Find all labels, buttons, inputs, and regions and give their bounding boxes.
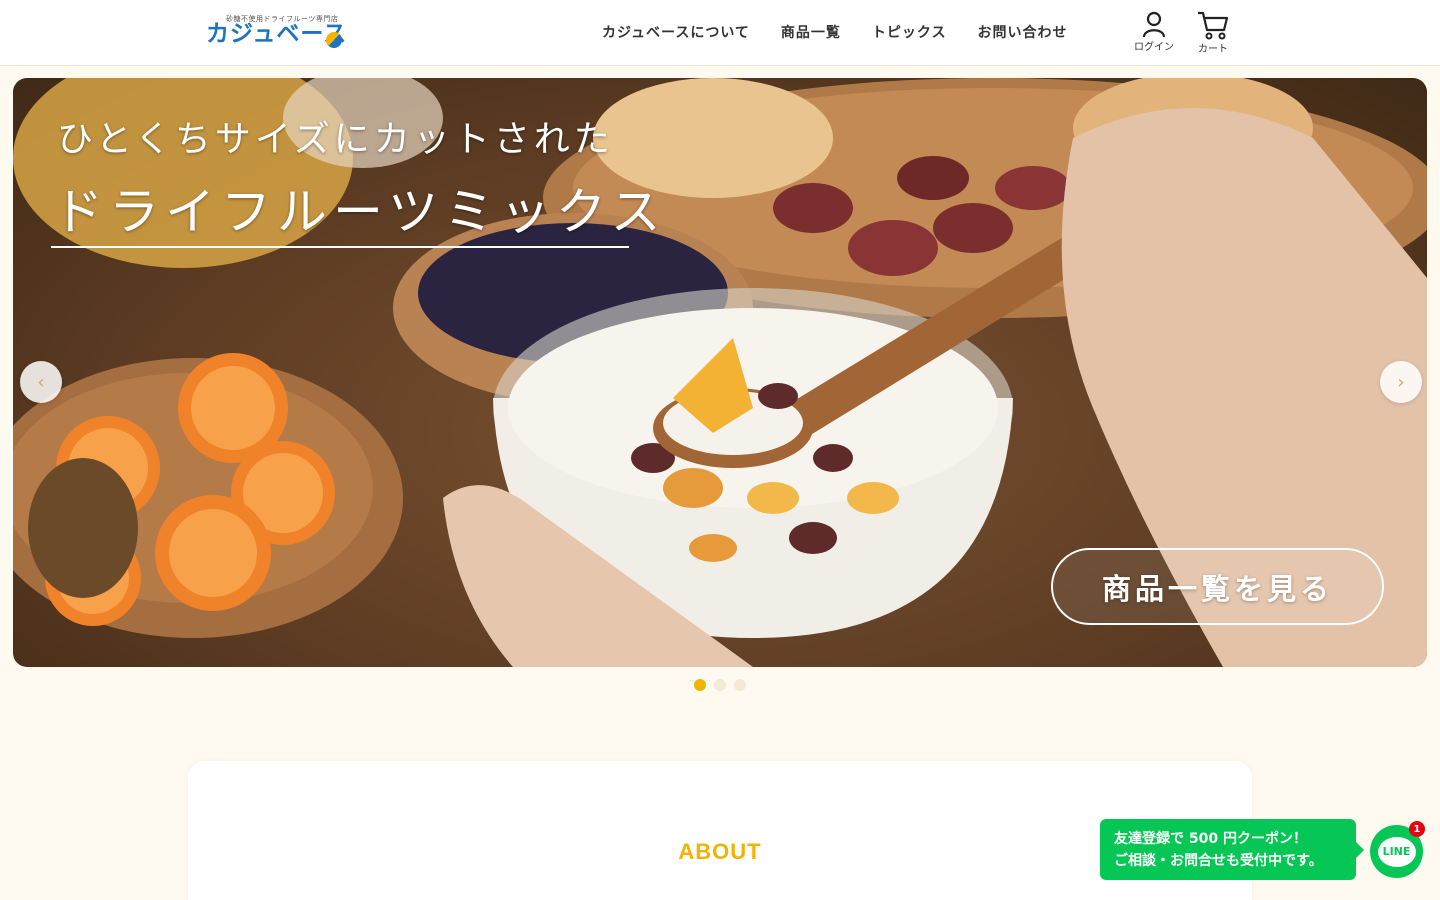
slider-dot-1[interactable] (694, 679, 706, 691)
slider-pagination (694, 679, 746, 691)
nav-contact[interactable]: お問い合わせ (978, 22, 1068, 42)
view-products-button[interactable]: 商品一覧を見る (1051, 548, 1384, 625)
line-promo-text-2: ご相談・お問合せも受付中です。 (1114, 853, 1323, 869)
user-icon (1142, 11, 1166, 38)
hero-underline (51, 246, 629, 248)
cart-label: カート (1198, 44, 1228, 55)
slider-dot-2[interactable] (714, 679, 726, 691)
cart-button[interactable]: カート (1188, 10, 1238, 55)
slider-next-button[interactable]: › (1380, 361, 1422, 403)
main-nav: カジュベースについて 商品一覧 トピックス お問い合わせ (602, 22, 1068, 42)
cart-icon (1198, 11, 1229, 40)
chevron-left-icon: ‹ (37, 371, 45, 393)
hero-subheading: ひとくちサイズにカットされた (57, 119, 614, 160)
site-header: 砂糖不使用ドライフルーツ専門店 カジュベース カジュベースについて 商品一覧 ト… (0, 0, 1440, 66)
slider-prev-button[interactable]: ‹ (20, 361, 62, 403)
line-icon: LINE (1377, 836, 1416, 867)
nav-products[interactable]: 商品一覧 (781, 22, 841, 42)
chevron-right-icon: › (1397, 371, 1405, 393)
nav-about[interactable]: カジュベースについて (602, 22, 750, 42)
nav-topics[interactable]: トピックス (872, 22, 947, 42)
hero-slider[interactable]: ひとくちサイズにカットされた ドライフルーツミックス 商品一覧を見る (13, 78, 1427, 667)
login-button[interactable]: ログイン (1129, 10, 1179, 53)
site-logo[interactable]: 砂糖不使用ドライフルーツ専門店 カジュベース (206, 12, 346, 54)
about-title: ABOUT (678, 839, 762, 864)
line-notification-badge: 1 (1409, 821, 1425, 837)
slider-dot-3[interactable] (734, 679, 746, 691)
about-section: ABOUT (188, 761, 1252, 900)
line-promo-text-1: 友達登録で 500 円クーポン！ (1114, 831, 1307, 847)
login-label: ログイン (1134, 42, 1174, 53)
logo-mark-icon (326, 32, 342, 48)
line-promo-bubble[interactable]: 友達登録で 500 円クーポン！ ご相談・お問合せも受付中です。 (1100, 819, 1364, 880)
hero-heading: ドライフルーツミックス (53, 183, 667, 241)
